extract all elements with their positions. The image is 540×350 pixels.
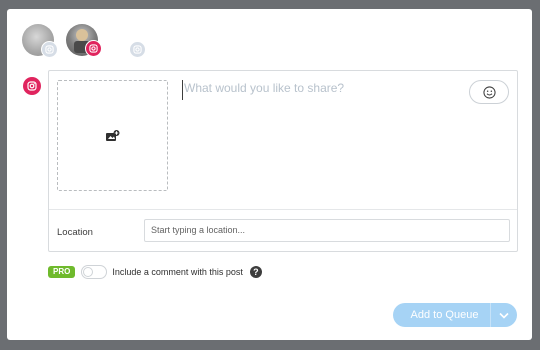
composer-modal: What would you like to share? Location S… — [7, 9, 532, 340]
pro-badge: PRO — [48, 266, 76, 278]
media-upload-area[interactable] — [57, 80, 168, 191]
chevron-down-icon[interactable] — [491, 303, 517, 327]
toggle-knob — [83, 267, 94, 277]
add-media-icon — [105, 129, 119, 141]
location-label: Location — [57, 227, 93, 238]
comment-option-label: Include a comment with this post — [112, 267, 243, 277]
post-composer: What would you like to share? Location S… — [48, 70, 518, 252]
instagram-icon — [23, 77, 41, 95]
instagram-icon — [129, 41, 146, 58]
smiley-icon — [482, 85, 496, 99]
post-text-input[interactable]: What would you like to share? — [182, 80, 454, 100]
location-input[interactable]: Start typing a location... — [144, 219, 510, 242]
comment-option-row: PRO Include a comment with this post ? — [48, 265, 262, 279]
divider — [49, 209, 517, 210]
comment-toggle[interactable] — [81, 265, 108, 279]
instagram-icon — [85, 40, 102, 57]
help-icon[interactable]: ? — [249, 266, 262, 278]
instagram-icon — [41, 41, 58, 58]
add-to-queue-button[interactable]: Add to Queue — [393, 303, 517, 327]
add-to-queue-label: Add to Queue — [410, 309, 479, 321]
emoji-button[interactable] — [469, 80, 509, 104]
